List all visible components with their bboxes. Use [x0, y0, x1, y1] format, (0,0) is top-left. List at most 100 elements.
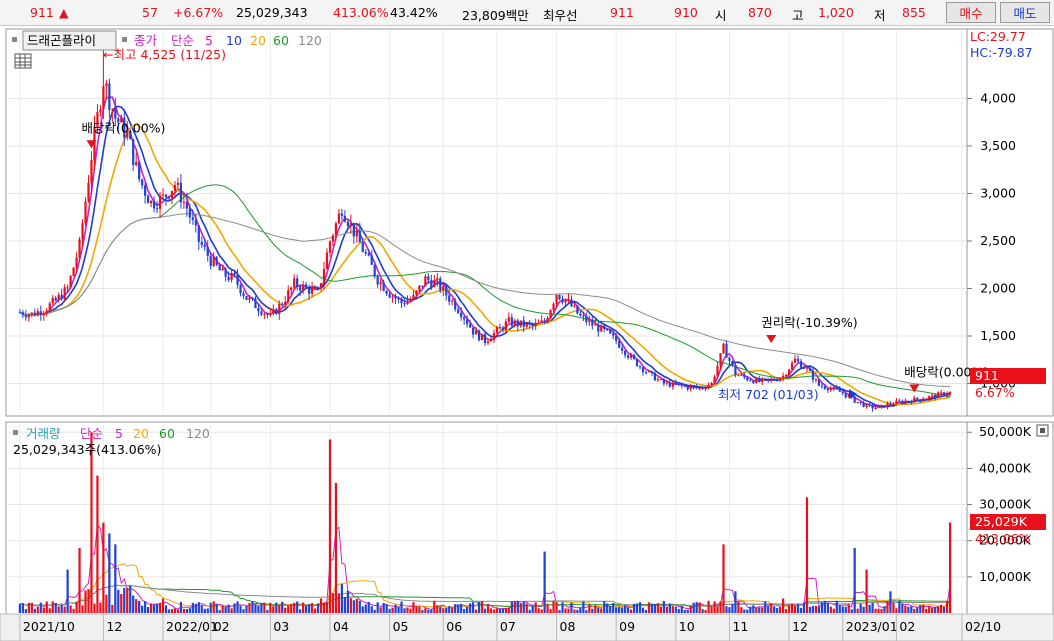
volume-bar: [182, 608, 186, 613]
volume-bar: [802, 602, 806, 613]
volume-bar: [904, 605, 907, 613]
volume-bar: [325, 602, 329, 613]
volume-bar: [948, 522, 952, 613]
buy-button[interactable]: 매수: [946, 2, 996, 23]
volume-bar: [862, 606, 865, 613]
candle-body: [391, 296, 394, 298]
panel-toggle-icon[interactable]: [1036, 424, 1049, 437]
candle-body: [412, 294, 415, 300]
candle-body: [516, 320, 519, 327]
legend-ma60: 60: [273, 33, 289, 48]
volume-bar: [144, 601, 147, 613]
volume-bar: [352, 600, 355, 613]
volume-bar: [495, 608, 499, 613]
candle-body: [370, 255, 373, 265]
candle-body: [272, 309, 275, 314]
candle-body: [859, 401, 862, 403]
candle-body: [686, 386, 689, 390]
volume-bar: [886, 601, 889, 613]
volume-bar: [519, 603, 522, 613]
volume-bar: [191, 602, 194, 613]
candle-body: [302, 284, 305, 291]
candle-body: [546, 318, 549, 323]
volume-bar: [919, 605, 922, 613]
candle-body: [185, 201, 188, 209]
volume-bar: [275, 602, 278, 613]
volume-bar: [379, 607, 382, 613]
candle-body: [63, 287, 66, 300]
volume-bar: [841, 606, 844, 613]
candle-body: [901, 400, 904, 404]
candle-body: [886, 403, 889, 408]
volume-bar: [823, 600, 826, 613]
candle-body: [468, 324, 472, 328]
date-tick-label: 03: [273, 619, 289, 634]
volume-bar: [307, 604, 311, 613]
volume-bar: [767, 606, 770, 613]
volume-bar: [194, 603, 197, 613]
date-tick-label: 10: [679, 619, 695, 634]
volume-bar: [621, 607, 624, 613]
candle-body: [445, 286, 448, 296]
candle-body: [486, 341, 490, 344]
current-volume-label: 25,029,343주(413.06%): [13, 442, 161, 457]
volume-bar: [102, 522, 105, 613]
candle-body: [519, 320, 522, 327]
volume-bar: [328, 439, 332, 613]
price-tick-label: 2,000: [980, 281, 1016, 296]
volume-bar: [54, 602, 57, 613]
volume-bar: [722, 544, 725, 613]
volume-bar: [776, 607, 779, 613]
candle-body: [78, 239, 81, 258]
volume-bar: [865, 569, 868, 613]
candle-body: [594, 324, 597, 326]
candle-body: [328, 241, 332, 253]
volume-bar: [838, 605, 841, 613]
candle-body: [725, 343, 728, 358]
candle-body: [206, 247, 209, 257]
up-arrow-icon: ▲: [59, 5, 69, 20]
candle-body: [776, 380, 779, 382]
volume-legend-method: 단순: [80, 426, 103, 441]
sell-button[interactable]: 매도: [1000, 2, 1050, 23]
volume-bar: [653, 604, 657, 613]
volume-bar: [221, 605, 224, 613]
volume-bar: [755, 607, 758, 613]
candle-body: [358, 230, 361, 243]
volume-bar: [415, 606, 418, 613]
volume-bar: [817, 606, 821, 613]
volume-bar: [498, 608, 502, 613]
candle-body: [767, 378, 770, 380]
volume-bar: [233, 603, 236, 613]
candle-body: [504, 321, 507, 330]
candle-body: [54, 297, 57, 301]
candle-body: [665, 382, 668, 384]
candle-body: [337, 213, 341, 224]
price-tick-label: 3,000: [980, 186, 1016, 201]
candle-body: [260, 311, 263, 315]
volume-bar: [63, 606, 66, 613]
table-view-icon[interactable]: [14, 53, 32, 69]
date-tick-label: 12: [792, 619, 808, 634]
volume-bar: [895, 608, 898, 613]
candle-body: [400, 298, 403, 304]
volume-bar: [284, 607, 287, 613]
volume-bar: [421, 610, 424, 613]
volume-bar: [412, 602, 415, 613]
volume-bar: [433, 600, 436, 613]
date-tick-label: 04: [333, 619, 349, 634]
current-price: 911: [30, 5, 54, 20]
date-tick-label: 09: [619, 619, 635, 634]
candle-body: [746, 377, 749, 381]
candle-body: [707, 385, 710, 389]
candle-body: [403, 303, 406, 305]
volume-bar: [832, 608, 835, 613]
candle-body: [790, 362, 794, 370]
volume-bar: [770, 603, 773, 613]
volume-bar: [799, 607, 803, 613]
candle-body: [430, 280, 433, 288]
candle-body: [161, 194, 165, 196]
candle-body: [394, 296, 397, 299]
candle-body: [624, 350, 627, 356]
candle-body: [945, 393, 949, 396]
